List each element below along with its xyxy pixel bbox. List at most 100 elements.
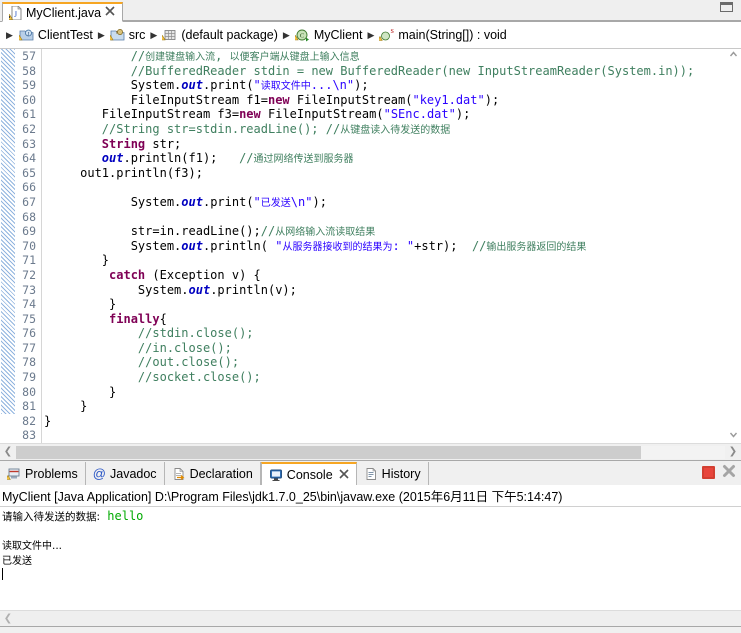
svg-text:S: S xyxy=(391,29,394,35)
scroll-down-icon[interactable] xyxy=(726,429,741,443)
code-line[interactable]: //创建键盘输入流, 以便客户端从键盘上输入信息 xyxy=(44,49,741,64)
javadoc-icon: @ xyxy=(92,465,106,481)
breadcrumb-label-src: src xyxy=(128,28,146,42)
tab-console[interactable]: Console xyxy=(260,462,357,485)
code-line[interactable]: System.out.println(v); xyxy=(44,283,741,298)
marker-column[interactable] xyxy=(0,49,16,443)
breadcrumb-item-package[interactable]: (default package) xyxy=(159,28,280,42)
code-editor[interactable]: 57 58 59 60 61 62 63 64 65 66 67 68 69 70 71 72 73 74 75 76… xyxy=(0,49,741,460)
breadcrumb-item-method[interactable]: S main(String[]) : void xyxy=(377,28,508,42)
scroll-left-icon[interactable]: ❮ xyxy=(0,613,16,624)
tab-label-javadoc: Javadoc xyxy=(110,466,157,481)
hscroll-thumb[interactable] xyxy=(16,445,641,459)
chevron-right-icon: ▶ xyxy=(97,29,105,40)
code-line[interactable]: out.println(f1); //通过网络传送到服务器 xyxy=(44,151,741,166)
breadcrumb-label-project: ClientTest xyxy=(37,28,93,42)
code-line[interactable]: } xyxy=(44,297,741,312)
code-line[interactable]: } xyxy=(44,399,741,414)
window-controls xyxy=(720,2,733,12)
chevron-right-icon: ▶ xyxy=(150,29,158,40)
breadcrumb-item-project[interactable]: J ClientTest xyxy=(16,28,95,42)
package-icon xyxy=(159,28,177,42)
code-line[interactable]: } xyxy=(44,253,741,268)
remove-launch-icon[interactable] xyxy=(722,464,736,480)
problems-icon xyxy=(5,467,21,481)
line-number: 68 xyxy=(22,209,36,224)
breadcrumb-item-src[interactable]: src xyxy=(107,28,148,42)
code-line[interactable]: //BufferedReader stdin = new BufferedRea… xyxy=(44,64,741,79)
line-number: 76 xyxy=(22,326,36,341)
line-number: 77 xyxy=(22,340,36,355)
editor-tab-label: MyClient.java xyxy=(26,5,102,20)
editor-vertical-scrollbar[interactable] xyxy=(726,49,741,443)
source-code-text[interactable]: //创建键盘输入流, 以便客户端从键盘上输入信息 //BufferedReade… xyxy=(42,49,741,443)
console-output[interactable]: 请输入待发送的数据: hello 读取文件中... 已发送 xyxy=(0,507,741,610)
line-number: 80 xyxy=(22,384,36,399)
line-number: 75 xyxy=(22,311,36,326)
svg-text:J: J xyxy=(14,10,17,19)
code-line[interactable]: //String str=stdin.readLine(); //从键盘读入待发… xyxy=(44,122,741,137)
console-horizontal-scrollbar[interactable]: ❮ xyxy=(0,610,741,626)
code-line[interactable] xyxy=(44,428,741,443)
code-line[interactable]: String str; xyxy=(44,137,741,152)
line-number: 63 xyxy=(22,136,36,151)
history-icon xyxy=(364,467,378,481)
line-number: 70 xyxy=(22,238,36,253)
line-number: 66 xyxy=(22,180,36,195)
scroll-left-icon[interactable]: ❮ xyxy=(0,444,16,460)
code-line[interactable]: } xyxy=(44,385,741,400)
maximize-button[interactable] xyxy=(720,2,733,12)
tab-declaration[interactable]: Declaration xyxy=(164,462,261,485)
close-icon[interactable] xyxy=(105,6,115,19)
source-folder-icon xyxy=(107,28,125,42)
code-line[interactable]: FileInputStream f3=new FileInputStream("… xyxy=(44,107,741,122)
code-line[interactable]: FileInputStream f1=new FileInputStream("… xyxy=(44,93,741,108)
code-line[interactable]: //stdin.close(); xyxy=(44,326,741,341)
svg-text:J: J xyxy=(27,32,29,37)
code-line[interactable]: System.out.println( "从服务器接收到的结果为: "+str)… xyxy=(44,239,741,254)
line-number: 74 xyxy=(22,297,36,312)
breadcrumb-label-method: main(String[]) : void xyxy=(398,28,507,42)
code-line[interactable]: out1.println(f3); xyxy=(44,166,741,181)
method-static-icon: S xyxy=(377,28,394,42)
tab-javadoc[interactable]: @ Javadoc xyxy=(85,462,165,485)
editor-horizontal-scrollbar[interactable]: ❮ ❯ xyxy=(0,443,741,460)
java-project-icon: J xyxy=(16,28,34,42)
code-line[interactable]: } xyxy=(44,414,741,429)
code-line[interactable]: //out.close(); xyxy=(44,355,741,370)
code-line[interactable]: catch (Exception v) { xyxy=(44,268,741,283)
declaration-icon xyxy=(172,467,186,481)
editor-tab-myclient[interactable]: J MyClient.java xyxy=(2,2,124,22)
console-caret-line[interactable] xyxy=(2,567,741,582)
terminate-icon[interactable] xyxy=(702,465,715,479)
code-line[interactable]: str=in.readLine();//从网络输入流读取结果 xyxy=(44,224,741,239)
line-number: 81 xyxy=(22,399,36,414)
code-line[interactable]: //in.close(); xyxy=(44,341,741,356)
code-line[interactable]: //socket.close(); xyxy=(44,370,741,385)
line-number: 60 xyxy=(22,92,36,107)
bottom-panel: Problems @ Javadoc Declaration Console H… xyxy=(0,460,741,626)
scroll-up-icon[interactable] xyxy=(726,49,741,63)
hscroll-track[interactable] xyxy=(16,445,725,459)
changed-lines-marker xyxy=(1,49,15,414)
view-tab-filler xyxy=(429,462,741,485)
console-hscroll-track[interactable] xyxy=(16,612,741,625)
breadcrumb-item-class[interactable]: C MyClient xyxy=(292,28,365,42)
scroll-right-icon[interactable]: ❯ xyxy=(725,444,741,460)
code-line[interactable]: finally{ xyxy=(44,312,741,327)
view-tab-bar[interactable]: Problems @ Javadoc Declaration Console H… xyxy=(0,461,741,485)
tab-label-console: Console xyxy=(286,467,333,482)
line-number: 62 xyxy=(22,121,36,136)
code-line[interactable] xyxy=(44,180,741,195)
code-line[interactable] xyxy=(44,210,741,225)
line-number: 71 xyxy=(22,253,36,268)
breadcrumb[interactable]: ▶ J ClientTest ▶ src ▶ (default package)… xyxy=(0,22,741,49)
tab-problems[interactable]: Problems xyxy=(0,462,86,485)
code-line[interactable]: System.out.print("读取文件中...\n"); xyxy=(44,78,741,93)
tab-history[interactable]: History xyxy=(356,462,429,485)
chevron-right-icon: ▶ xyxy=(282,29,290,40)
editor-body[interactable]: 57 58 59 60 61 62 63 64 65 66 67 68 69 70 71 72 73 74 75 76… xyxy=(0,49,741,443)
text-caret xyxy=(2,568,3,580)
close-icon[interactable] xyxy=(339,468,349,482)
code-line[interactable]: System.out.print("已发送\n"); xyxy=(44,195,741,210)
